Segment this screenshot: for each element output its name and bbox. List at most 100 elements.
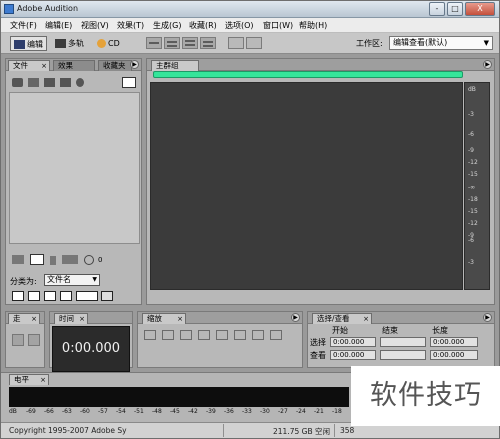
zoom-to-selection-icon[interactable] — [198, 330, 210, 340]
open-file-icon[interactable] — [12, 78, 23, 87]
speaker-icon[interactable] — [12, 255, 24, 264]
view-start-field[interactable]: 0:00.000 — [330, 350, 376, 360]
play-button[interactable] — [28, 334, 40, 346]
zoom-in-vertical-icon[interactable] — [252, 330, 264, 340]
meter-tick: -45 — [170, 408, 180, 415]
panel-menu-icon[interactable]: ▶ — [130, 60, 139, 69]
tab-transport[interactable]: 走 × — [8, 313, 40, 324]
edit-view-label: 编辑 — [27, 40, 43, 49]
tool-button-1[interactable] — [228, 37, 244, 49]
edit-file-icon[interactable] — [76, 78, 84, 87]
menu-help[interactable]: 帮助(H) — [299, 20, 327, 31]
autoplay-icon[interactable] — [122, 77, 136, 88]
window-title: Adobe Audition — [17, 4, 79, 13]
zoom-left-icon[interactable] — [216, 330, 228, 340]
menu-edit[interactable]: 编辑(E) — [45, 20, 72, 31]
volume-knob-icon[interactable] — [84, 255, 94, 265]
meter-tick: -27 — [278, 408, 288, 415]
menu-window[interactable]: 窗口(W) — [263, 20, 293, 31]
tab-effects-label: 效果 — [58, 61, 73, 70]
main-toolbar: 编辑 多轨 CD 工作区: 编辑查看(默认) ▼ — [1, 33, 499, 54]
play-icon[interactable] — [50, 256, 56, 265]
selection-end-field[interactable] — [380, 337, 426, 347]
tab-files[interactable]: 文件 × — [8, 60, 50, 71]
close-button[interactable]: X — [465, 2, 495, 16]
show-full-path-icon[interactable] — [76, 291, 98, 301]
multitrack-view-button[interactable]: 多轨 — [55, 36, 84, 51]
panel-menu-icon[interactable]: ▶ — [483, 60, 492, 69]
zoom-out-horizontal-icon[interactable] — [162, 330, 174, 340]
show-markers-icon[interactable] — [101, 291, 113, 301]
volume-icon[interactable] — [62, 255, 78, 264]
close-icon[interactable]: × — [363, 314, 369, 324]
tab-level[interactable]: 电平 × — [9, 374, 49, 385]
level-meter-bar — [9, 387, 349, 407]
zoom-out-full-icon[interactable] — [180, 330, 192, 340]
menu-effects[interactable]: 效果(T) — [117, 20, 144, 31]
waveform-display[interactable] — [150, 82, 463, 290]
show-audio-icon[interactable] — [12, 291, 24, 301]
tab-selection-view[interactable]: 选择/查看 × — [312, 313, 372, 324]
view-end-field[interactable] — [380, 350, 426, 360]
close-icon[interactable]: × — [79, 314, 85, 324]
view-length-field[interactable]: 0:00.000 — [430, 350, 478, 360]
tool-button-2[interactable] — [246, 37, 262, 49]
tab-favorites[interactable]: 收藏夹 — [98, 60, 132, 71]
meter-tick: -63 — [62, 408, 72, 415]
tab-zoom-label: 缩放 — [147, 314, 162, 323]
selection-view-panel: 选择/查看 × ▶ 开始 结束 长度 选择 0:00.000 0:00.000 查… — [307, 311, 495, 368]
time-tabbar: 时间 × — [50, 312, 132, 324]
loop-icon[interactable] — [30, 254, 44, 265]
tab-zoom[interactable]: 缩放 × — [142, 313, 186, 324]
selection-start-field[interactable]: 0:00.000 — [330, 337, 376, 347]
menu-favorites[interactable]: 收藏(R) — [189, 20, 217, 31]
zoom-in-horizontal-icon[interactable] — [144, 330, 156, 340]
db-tick: -12 — [468, 220, 478, 227]
layout-button-2[interactable] — [164, 37, 180, 49]
minimize-button[interactable]: - — [429, 2, 445, 16]
close-icon[interactable]: × — [40, 375, 46, 385]
show-loops-icon[interactable] — [28, 291, 40, 301]
selection-length-field[interactable]: 0:00.000 — [430, 337, 478, 347]
edit-view-button[interactable]: 编辑 — [10, 36, 47, 51]
layout-button-3[interactable] — [182, 37, 198, 49]
tab-time[interactable]: 时间 × — [54, 313, 88, 324]
close-file-icon[interactable] — [28, 78, 39, 87]
menu-file[interactable]: 文件(F) — [10, 20, 37, 31]
sort-select[interactable]: 文件名 ▼ — [44, 274, 100, 286]
zoom-out-vertical-icon[interactable] — [270, 330, 282, 340]
layout-button-1[interactable] — [146, 37, 162, 49]
db-tick: -6 — [468, 131, 474, 138]
close-icon[interactable]: × — [31, 314, 37, 324]
show-video-icon[interactable] — [44, 291, 56, 301]
tab-main-group-label: 主群组 — [156, 61, 179, 70]
watermark: 软件技巧 — [351, 366, 500, 426]
show-midi-icon[interactable] — [60, 291, 72, 301]
maximize-button[interactable]: □ — [447, 2, 463, 16]
meter-tick: -42 — [188, 408, 198, 415]
layout-button-4[interactable] — [200, 37, 216, 49]
panel-menu-icon[interactable]: ▶ — [483, 313, 492, 322]
tab-effects[interactable]: 效果 — [53, 60, 95, 71]
overview-bar[interactable] — [153, 71, 463, 78]
menu-view[interactable]: 视图(V) — [81, 20, 109, 31]
menu-options[interactable]: 选项(O) — [225, 20, 254, 31]
tab-files-label: 文件 — [13, 61, 28, 70]
close-icon[interactable]: × — [177, 314, 183, 324]
stop-button[interactable] — [12, 334, 24, 346]
zoom-right-icon[interactable] — [234, 330, 246, 340]
row-label-selection: 选择 — [310, 338, 326, 347]
workspace-select[interactable]: 编辑查看(默认) ▼ — [389, 36, 493, 50]
meter-tick: dB — [9, 408, 17, 415]
file-list[interactable] — [9, 92, 140, 244]
panel-menu-icon[interactable]: ▶ — [291, 313, 300, 322]
import-icon[interactable] — [44, 78, 55, 87]
close-icon[interactable]: × — [41, 61, 47, 71]
cd-view-button[interactable]: CD — [97, 36, 120, 51]
tab-main-group[interactable]: 主群组 — [151, 60, 199, 71]
zoom-tabbar: 缩放 × ▶ — [138, 312, 302, 324]
workspace-select-value: 编辑查看(默认) — [393, 38, 448, 47]
menu-generate[interactable]: 生成(G) — [153, 20, 181, 31]
header-length: 长度 — [432, 326, 448, 335]
insert-icon[interactable] — [60, 78, 71, 87]
